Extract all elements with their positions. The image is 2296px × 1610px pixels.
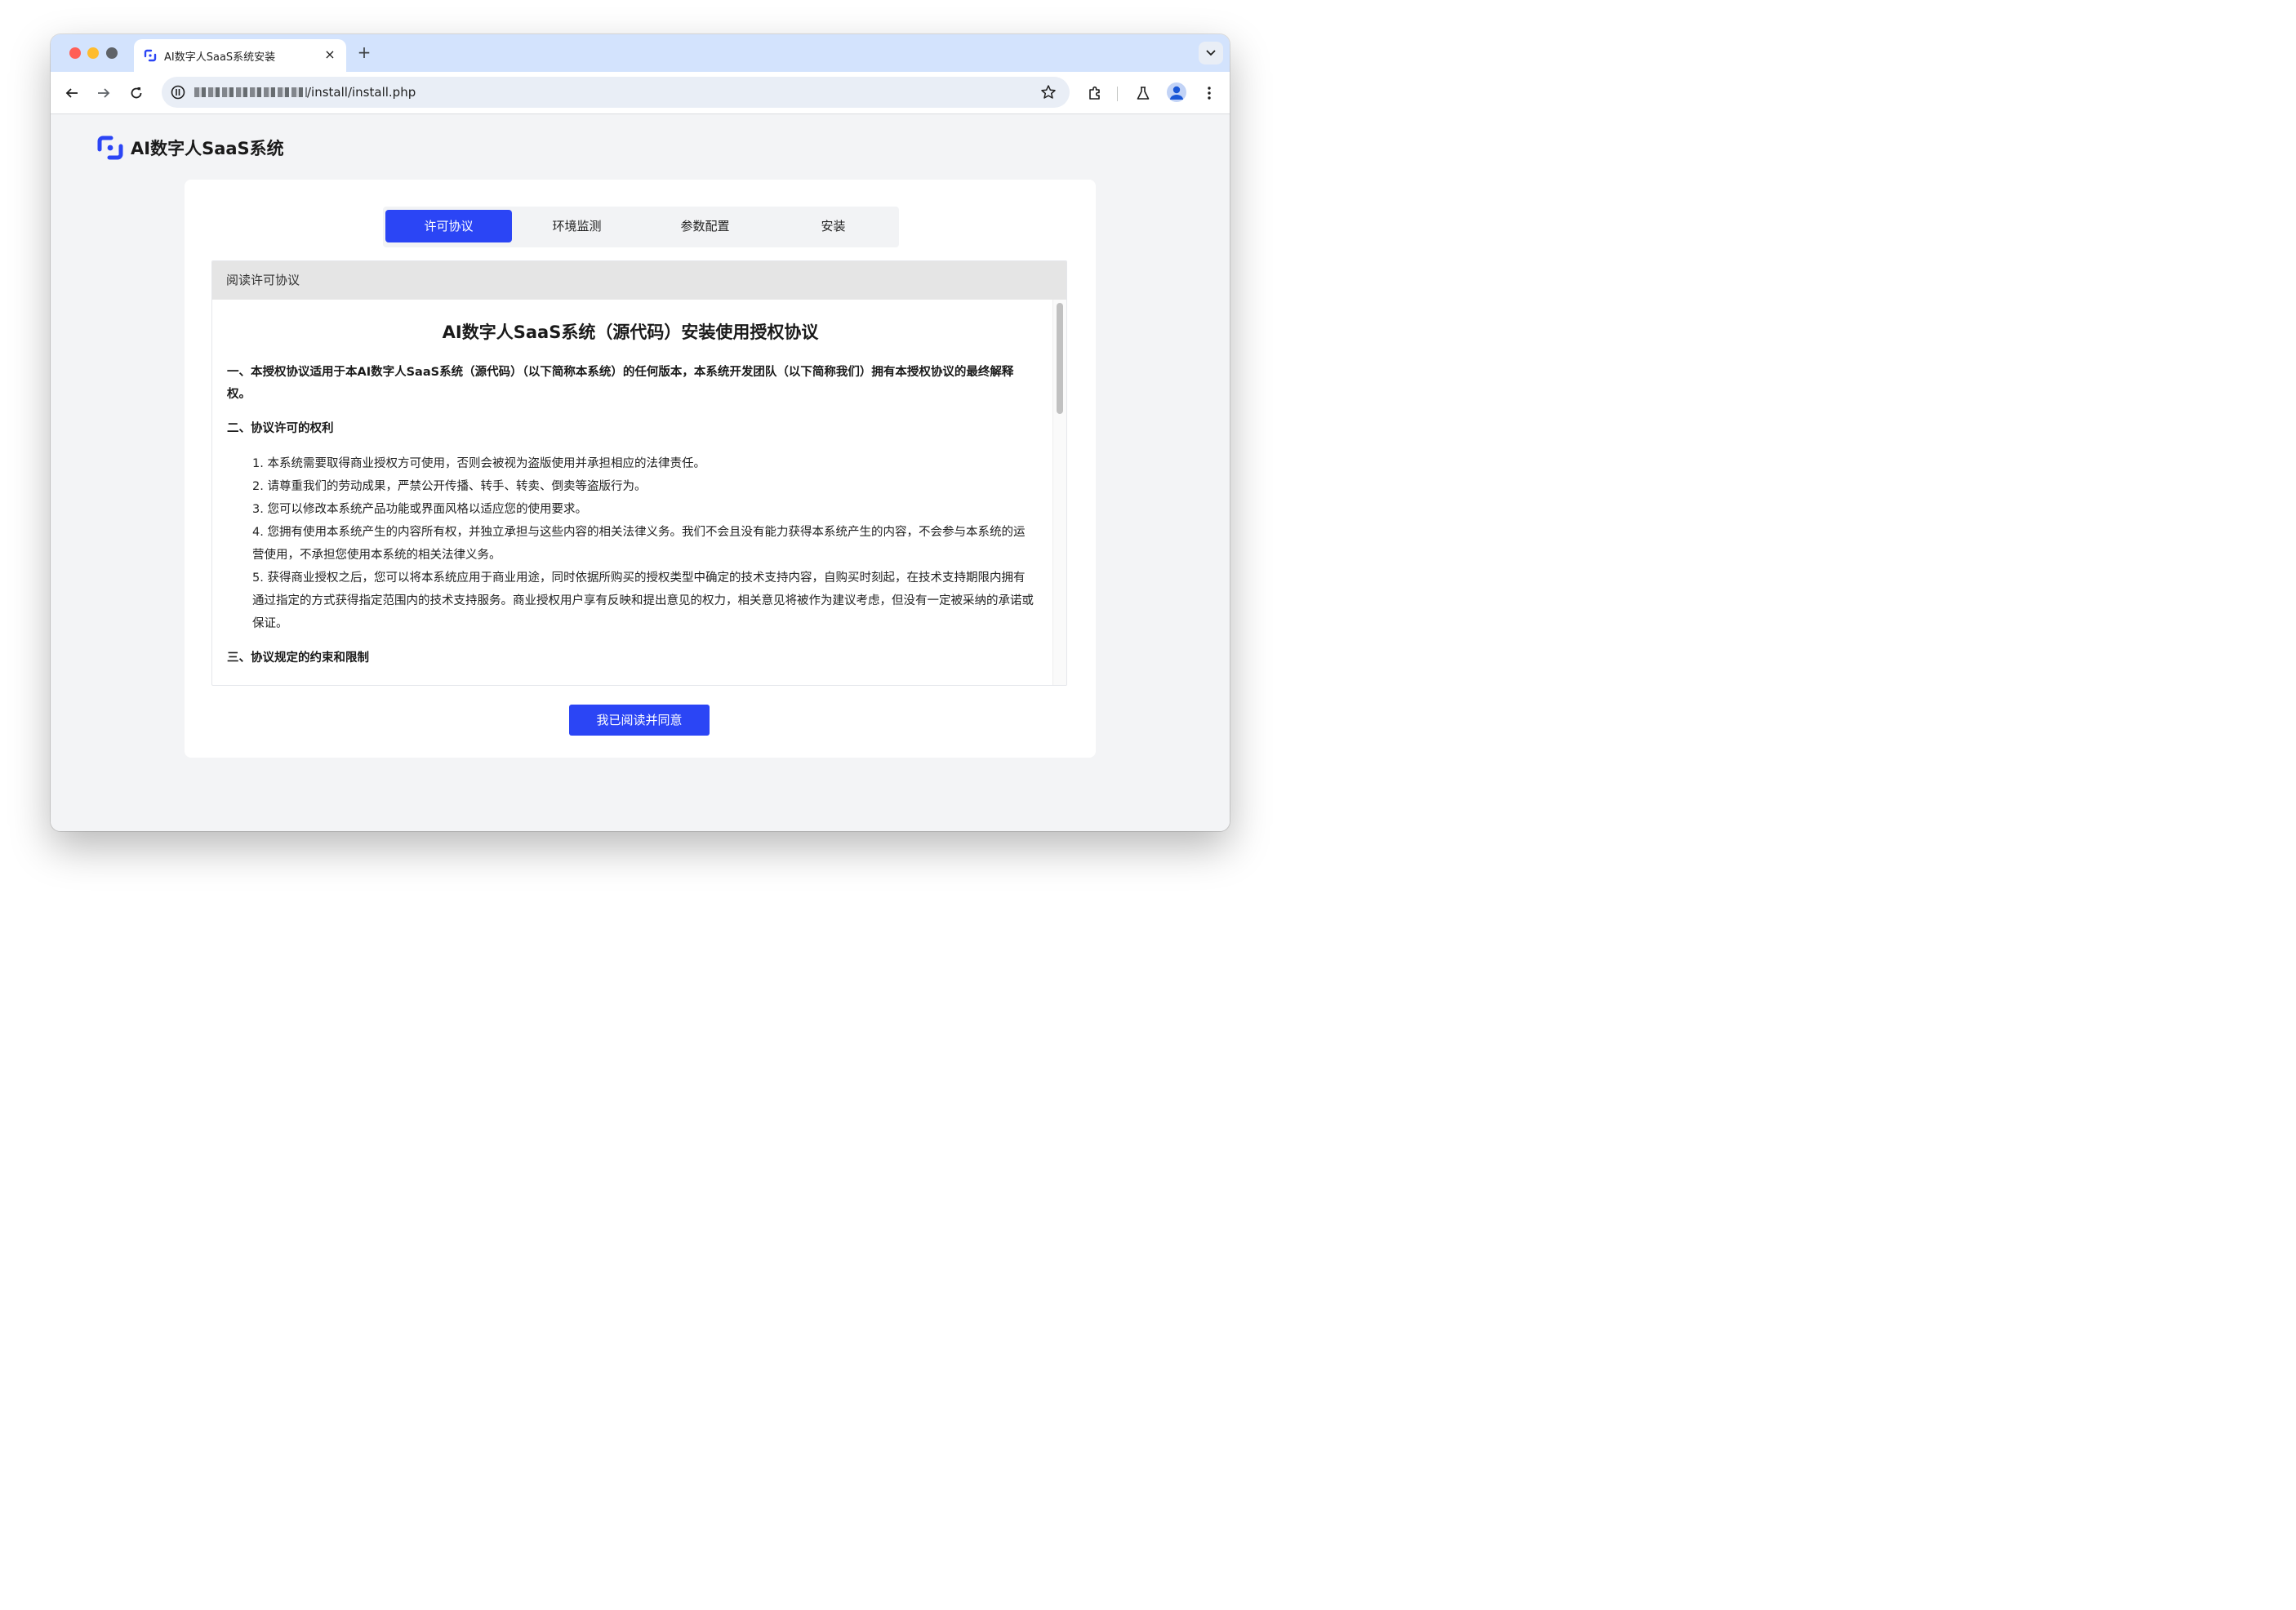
- bookmark-button[interactable]: [1039, 82, 1058, 102]
- section-2-heading: 二、协议许可的权利: [227, 422, 334, 435]
- tab-strip: AI数字人SaaS系统安装 × +: [51, 34, 1230, 72]
- step-config[interactable]: 参数配置: [642, 210, 768, 242]
- scrollbar-thumb[interactable]: [1057, 303, 1063, 414]
- page-content: AI数字人SaaS系统 许可协议 环境监测 参数配置 安装 阅读许可协议 AI数…: [51, 114, 1230, 831]
- reload-icon: [131, 87, 142, 99]
- section-1-text: 一、本授权协议适用于本AI数字人SaaS系统（源代码）（以下简称本系统）的任何版…: [227, 366, 1014, 401]
- url-text: /install/install.php: [307, 85, 416, 100]
- profile-avatar[interactable]: [1167, 82, 1186, 102]
- toolbar-separator: [1117, 87, 1118, 101]
- star-icon: [1041, 85, 1056, 99]
- menu-button[interactable]: [1198, 82, 1221, 105]
- scrollbar[interactable]: [1052, 300, 1066, 685]
- minimize-window-button[interactable]: [87, 47, 99, 59]
- panel-header: 阅读许可协议: [212, 261, 1066, 300]
- license-title: AI数字人SaaS系统（源代码）安装使用授权协议: [442, 322, 819, 342]
- person-icon: [1170, 86, 1183, 100]
- brand-logo-icon: [97, 136, 123, 160]
- install-steps: 许可协议 环境监测 参数配置 安装: [383, 207, 899, 247]
- browser-tab[interactable]: AI数字人SaaS系统安装 ×: [134, 39, 346, 72]
- list-item: 1. 本系统需要取得商业授权方可使用，否则会被视为盗版使用并承担相应的法律责任。: [252, 457, 705, 470]
- url-host-redacted: [194, 87, 307, 97]
- site-favicon-icon: [144, 49, 157, 62]
- rights-list: 1. 本系统需要取得商业授权方可使用，否则会被视为盗版使用并承担相应的法律责任。…: [227, 452, 1034, 635]
- back-button[interactable]: [60, 82, 83, 105]
- step-license[interactable]: 许可协议: [385, 210, 512, 242]
- site-info-button[interactable]: [168, 82, 188, 102]
- site-info-icon: [171, 85, 185, 100]
- reload-button[interactable]: [125, 82, 148, 105]
- license-text-scroll[interactable]: AI数字人SaaS系统（源代码）安装使用授权协议 一、本授权协议适用于本AI数字…: [212, 300, 1053, 685]
- arrow-right-icon: [98, 88, 110, 98]
- section-3-heading: 三、协议规定的约束和限制: [227, 652, 369, 665]
- close-window-button[interactable]: [69, 47, 81, 59]
- maximize-window-button[interactable]: [106, 47, 118, 59]
- labs-button[interactable]: [1132, 82, 1155, 105]
- list-item: 4. 您拥有使用本系统产生的内容所有权，并独立承担与这些内容的相关法律义务。我们…: [252, 526, 1026, 562]
- browser-window: AI数字人SaaS系统安装 × + /install/install.php A…: [51, 34, 1230, 831]
- puzzle-icon: [1089, 86, 1100, 100]
- brand-header: AI数字人SaaS系统: [96, 134, 284, 162]
- agree-button[interactable]: 我已阅读并同意: [569, 705, 710, 736]
- list-item: 3. 您可以修改本系统产品功能或界面风格以适应您的使用要求。: [252, 503, 587, 516]
- forward-button[interactable]: [92, 82, 115, 105]
- tab-title: AI数字人SaaS系统安装: [164, 51, 276, 64]
- tab-search-button[interactable]: [1199, 42, 1223, 64]
- tab-close-icon[interactable]: ×: [322, 47, 338, 63]
- step-install[interactable]: 安装: [770, 210, 897, 242]
- browser-toolbar: /install/install.php: [51, 72, 1230, 114]
- brand-name: AI数字人SaaS系统: [131, 139, 284, 158]
- extensions-button[interactable]: [1083, 82, 1106, 105]
- license-panel: 阅读许可协议 AI数字人SaaS系统（源代码）安装使用授权协议 一、本授权协议适…: [211, 260, 1067, 686]
- install-card: 许可协议 环境监测 参数配置 安装 阅读许可协议 AI数字人SaaS系统（源代码…: [185, 180, 1096, 758]
- flask-icon: [1137, 87, 1150, 100]
- new-tab-button[interactable]: +: [354, 42, 374, 62]
- more-vert-icon: [1208, 87, 1211, 100]
- address-bar[interactable]: /install/install.php: [162, 77, 1070, 108]
- arrow-left-icon: [65, 88, 78, 98]
- list-item: 2. 请尊重我们的劳动成果，严禁公开传播、转手、转卖、倒卖等盗版行为。: [252, 480, 647, 493]
- chevron-down-icon: [1206, 50, 1216, 56]
- list-item: 5. 获得商业授权之后，您可以将本系统应用于商业用途，同时依据所购买的授权类型中…: [252, 572, 1034, 630]
- step-environment[interactable]: 环境监测: [514, 210, 640, 242]
